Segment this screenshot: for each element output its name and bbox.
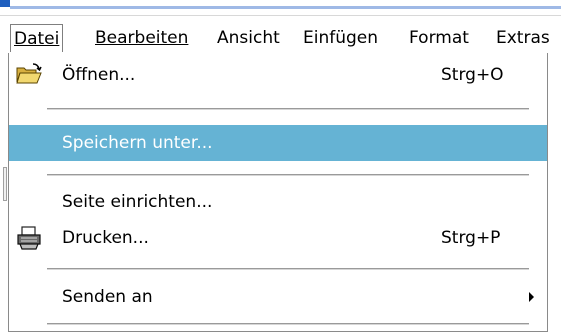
file-menu-dropdown: Öffnen... Strg+O Speichern unter... Seit…	[8, 53, 548, 332]
title-bar-accent	[0, 0, 10, 7]
open-folder-icon	[15, 61, 43, 89]
toolbar-edge	[0, 55, 8, 332]
menu-format[interactable]: Format	[406, 24, 472, 52]
printer-icon	[15, 224, 43, 252]
document-area-edge	[548, 55, 561, 332]
menu-separator	[47, 174, 529, 177]
menu-item-open-label: Öffnen...	[62, 65, 136, 85]
menu-bearbeiten-label: Bearbeiten	[95, 28, 189, 48]
menu-item-open[interactable]: Öffnen... Strg+O	[9, 57, 547, 93]
menu-item-print[interactable]: Drucken... Strg+P	[9, 220, 547, 256]
menu-format-label: Format	[409, 28, 469, 48]
menu-item-send-to[interactable]: Senden an	[9, 279, 547, 315]
menu-item-save-as[interactable]: Speichern unter...	[9, 125, 547, 161]
menu-datei[interactable]: Datei	[10, 24, 64, 52]
menu-item-page-setup-label: Seite einrichten...	[62, 192, 213, 212]
menu-item-page-setup[interactable]: Seite einrichten...	[9, 184, 547, 220]
menu-item-print-shortcut: Strg+P	[441, 228, 501, 248]
toolbar-grip	[3, 167, 7, 201]
menu-einfuegen-label: Einfügen	[303, 28, 379, 48]
menu-item-open-shortcut: Strg+O	[441, 65, 504, 85]
menu-bar: Datei Bearbeiten Ansicht Einfügen Format…	[0, 15, 561, 55]
menu-separator	[47, 323, 529, 326]
title-bar	[0, 0, 561, 15]
menu-einfuegen[interactable]: Einfügen	[300, 24, 381, 52]
menu-datei-mnemonic: Datei	[14, 29, 60, 49]
menu-item-save-as-label: Speichern unter...	[62, 133, 213, 153]
menu-ansicht[interactable]: Ansicht	[214, 24, 283, 52]
menu-item-send-to-label: Senden an	[62, 287, 153, 307]
menu-extras[interactable]: Extras	[493, 24, 553, 52]
menu-separator	[47, 108, 529, 111]
submenu-arrow-icon	[529, 292, 534, 302]
menu-ansicht-label: Ansicht	[217, 28, 280, 48]
title-bar-border	[10, 6, 561, 9]
menu-bearbeiten[interactable]: Bearbeiten	[92, 24, 191, 52]
menu-separator	[47, 268, 529, 271]
menu-extras-label: Extras	[496, 28, 550, 48]
menu-item-print-label: Drucken...	[62, 228, 149, 248]
